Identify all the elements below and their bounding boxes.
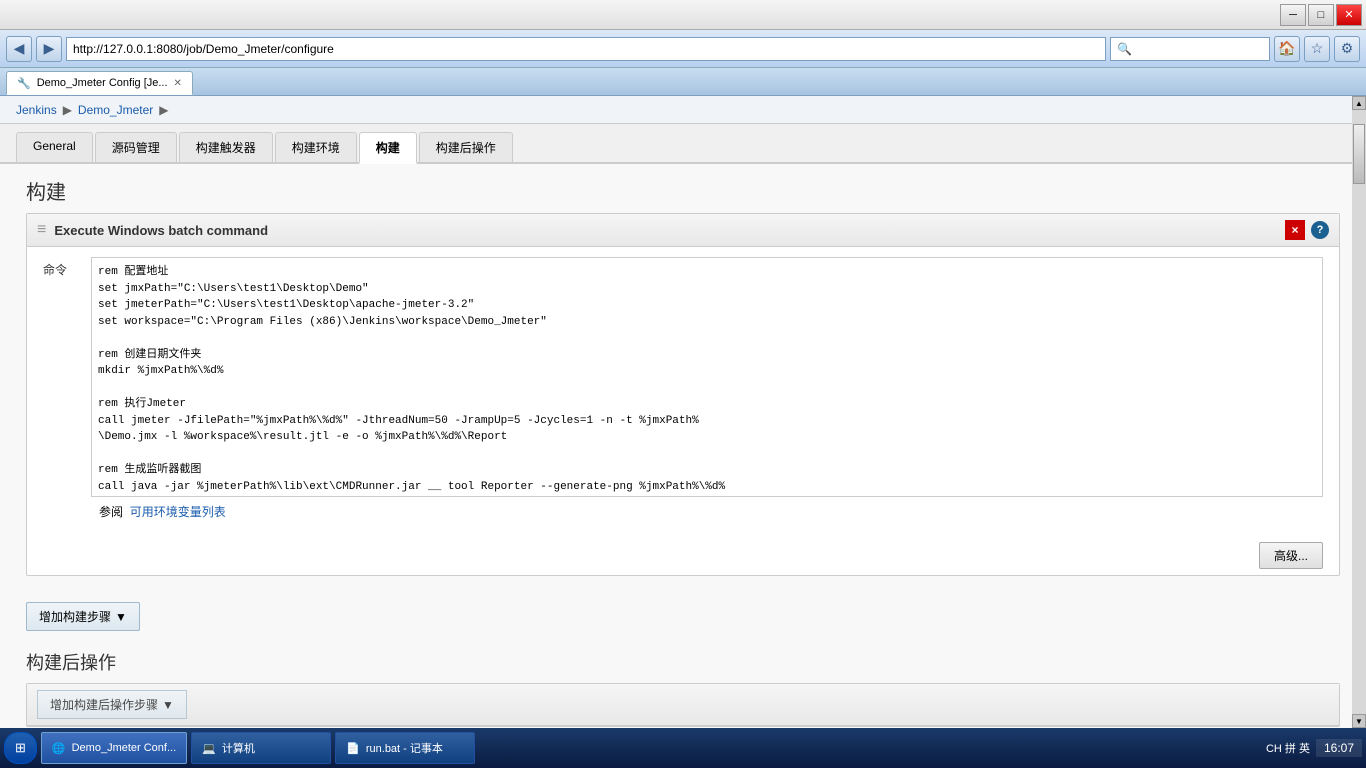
search-icon: 🔍: [1117, 42, 1132, 56]
add-post-dropdown-icon: ▼: [162, 698, 174, 712]
taskbar-item-icon-2: 💻: [202, 742, 216, 755]
taskbar-item-icon-1: 🌐: [52, 742, 66, 755]
tab-env[interactable]: 构建环境: [275, 132, 357, 162]
scroll-up-arrow[interactable]: ▲: [1352, 96, 1366, 110]
command-area: 命令 rem 配置地址 set jmxPath="C:\Users\test1\…: [27, 247, 1339, 536]
ref-prefix: 参阅: [99, 505, 123, 519]
star-icon[interactable]: ☆: [1304, 36, 1330, 62]
add-step-label: 增加构建步骤: [39, 608, 111, 625]
back-btn[interactable]: ◀: [6, 36, 32, 62]
close-btn[interactable]: ✕: [1336, 4, 1362, 26]
scroll-thumb[interactable]: [1353, 124, 1365, 184]
taskbar-item-notepad[interactable]: 📄 run.bat - 记事本: [335, 732, 475, 764]
delete-button[interactable]: ×: [1285, 220, 1305, 240]
build-section-title: 构建: [10, 164, 1356, 213]
drag-handle-icon: ≡: [37, 221, 46, 239]
start-button[interactable]: ⊞: [4, 732, 37, 764]
scroll-down-arrow[interactable]: ▼: [1352, 714, 1366, 728]
tab-bar: 🔧 Demo_Jmeter Config [Je... ✕: [0, 68, 1366, 96]
help-button[interactable]: ?: [1311, 221, 1329, 239]
taskbar: ⊞ 🌐 Demo_Jmeter Conf... 💻 计算机 📄 run.bat …: [0, 728, 1366, 768]
build-card-title-area: ≡ Execute Windows batch command: [37, 221, 268, 239]
url-text: http://127.0.0.1:8080/job/Demo_Jmeter/co…: [73, 42, 334, 56]
browser-tab-active[interactable]: 🔧 Demo_Jmeter Config [Je... ✕: [6, 71, 193, 95]
post-build-header: 增加构建后操作步骤 ▼: [27, 684, 1339, 726]
add-post-label: 增加构建后操作步骤: [50, 696, 158, 713]
maximize-btn[interactable]: □: [1308, 4, 1334, 26]
taskbar-lang: CH 拼 英: [1266, 740, 1310, 756]
taskbar-right: CH 拼 英 16:07: [1266, 739, 1362, 757]
advanced-row: 高级...: [27, 536, 1339, 575]
breadcrumb-sep-1: ▶: [63, 103, 72, 117]
post-build-card: 增加构建后操作步骤 ▼: [26, 683, 1340, 727]
post-build-section: 构建后操作 增加构建后操作步骤 ▼: [10, 641, 1356, 727]
main-content: 构建 ≡ Execute Windows batch command × ? 命…: [0, 164, 1366, 768]
build-card: ≡ Execute Windows batch command × ? 命令 r…: [26, 213, 1340, 576]
tab-trigger[interactable]: 构建触发器: [179, 132, 273, 162]
ref-link[interactable]: 可用环境变量列表: [130, 505, 226, 519]
breadcrumb-sep-2: ▶: [159, 103, 168, 117]
url-input[interactable]: http://127.0.0.1:8080/job/Demo_Jmeter/co…: [66, 37, 1106, 61]
browser-titlebar: ─ □ ✕: [0, 0, 1366, 30]
add-post-build-button[interactable]: 增加构建后操作步骤 ▼: [37, 690, 187, 719]
breadcrumb-demo-jmeter[interactable]: Demo_Jmeter: [78, 103, 153, 117]
config-tab-bar: General 源码管理 构建触发器 构建环境 构建 构建后操作: [0, 124, 1366, 164]
taskbar-item-label-2: 计算机: [222, 740, 255, 756]
post-build-title: 构建后操作: [26, 641, 1340, 683]
command-textarea[interactable]: rem 配置地址 set jmxPath="C:\Users\test1\Des…: [92, 258, 1322, 496]
tab-general[interactable]: General: [16, 132, 93, 162]
settings-icon[interactable]: ⚙: [1334, 36, 1360, 62]
tab-favicon: 🔧: [17, 77, 31, 90]
tab-close-icon[interactable]: ✕: [174, 78, 182, 89]
command-row: 命令 rem 配置地址 set jmxPath="C:\Users\test1\…: [43, 257, 1323, 497]
breadcrumb-bar: Jenkins ▶ Demo_Jmeter ▶: [0, 96, 1366, 124]
tab-build[interactable]: 构建: [359, 132, 417, 164]
taskbar-item-label-1: Demo_Jmeter Conf...: [72, 742, 177, 754]
ref-row: 参阅 可用环境变量列表: [43, 497, 1323, 526]
taskbar-item-label-3: run.bat - 记事本: [366, 740, 443, 756]
add-step-dropdown-icon: ▼: [115, 610, 127, 624]
tab-source[interactable]: 源码管理: [95, 132, 177, 162]
address-bar: ◀ ▶ http://127.0.0.1:8080/job/Demo_Jmete…: [0, 30, 1366, 68]
page-scrollbar: ▲ ▼: [1352, 96, 1366, 728]
taskbar-item-computer[interactable]: 💻 计算机: [191, 732, 331, 764]
add-step-area: 增加构建步骤 ▼: [10, 592, 1356, 641]
taskbar-item-icon-3: 📄: [346, 742, 360, 755]
start-icon: ⊞: [15, 740, 26, 756]
forward-btn[interactable]: ▶: [36, 36, 62, 62]
build-card-title-text: Execute Windows batch command: [54, 223, 268, 238]
taskbar-clock: 16:07: [1316, 739, 1362, 757]
tab-label: Demo_Jmeter Config [Je...: [37, 77, 168, 89]
breadcrumb-jenkins[interactable]: Jenkins: [16, 103, 57, 117]
taskbar-item-jenkins[interactable]: 🌐 Demo_Jmeter Conf...: [41, 732, 187, 764]
tab-post-build[interactable]: 构建后操作: [419, 132, 513, 162]
build-card-header: ≡ Execute Windows batch command × ?: [27, 214, 1339, 247]
home-icon[interactable]: 🏠: [1274, 36, 1300, 62]
search-box[interactable]: 🔍: [1110, 37, 1270, 61]
minimize-btn[interactable]: ─: [1280, 4, 1306, 26]
advanced-button[interactable]: 高级...: [1259, 542, 1323, 569]
add-build-step-button[interactable]: 增加构建步骤 ▼: [26, 602, 140, 631]
command-label: 命令: [43, 257, 79, 278]
